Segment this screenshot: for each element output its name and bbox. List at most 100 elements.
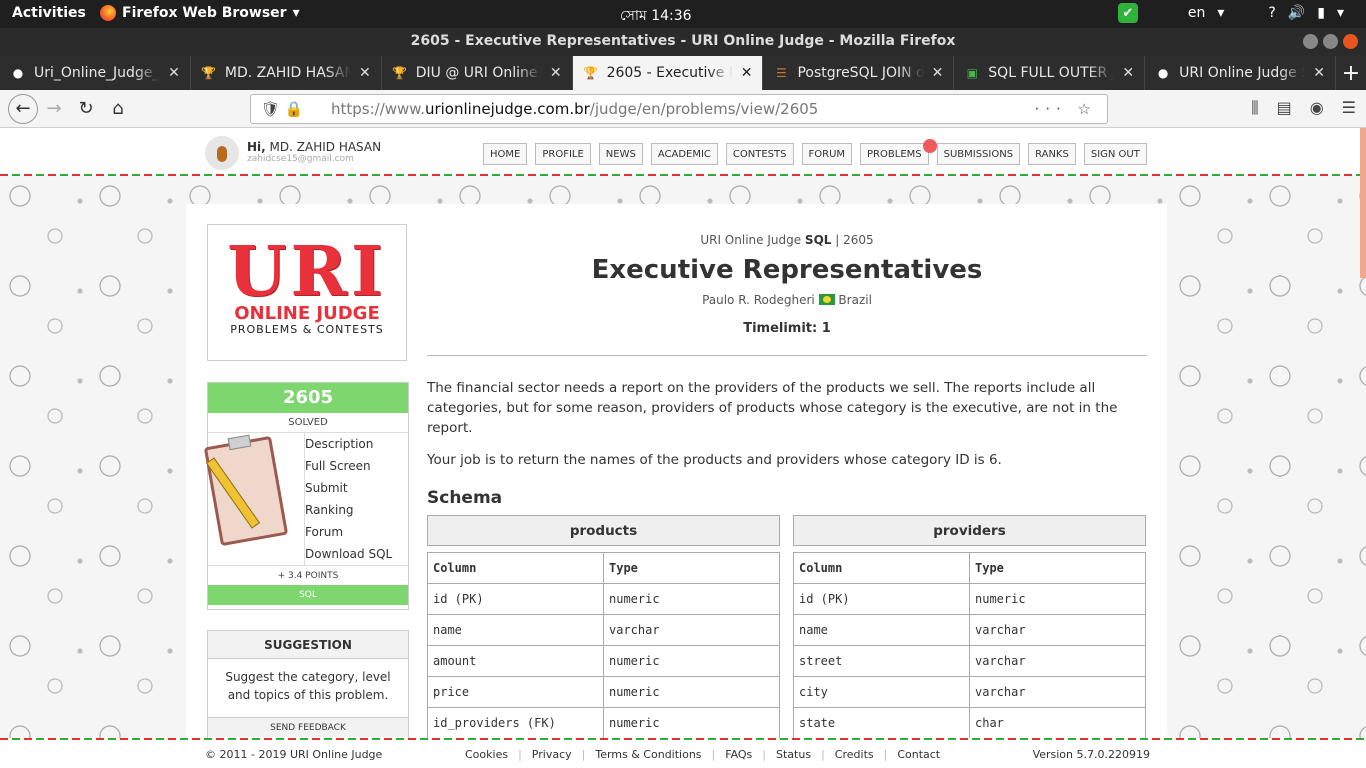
scrollbar[interactable] — [1360, 128, 1366, 278]
tab-6[interactable]: ▣ SQL FULL OUTER JO ✕ — [954, 56, 1146, 90]
footer-link-credits[interactable]: Credits — [835, 748, 874, 761]
link-submit[interactable]: Submit — [305, 477, 392, 499]
firefox-icon — [100, 5, 116, 21]
close-tab-icon[interactable]: ✕ — [932, 65, 944, 81]
help-icon[interactable]: ? — [1268, 5, 1275, 21]
tab-label: MD. ZAHID HASAN — [224, 65, 351, 81]
app-menu[interactable]: Firefox Web Browser ▾ — [100, 5, 300, 21]
close-tab-icon[interactable]: ✕ — [1313, 65, 1325, 81]
close-tab-icon[interactable]: ✕ — [741, 65, 753, 81]
url-bar[interactable]: 🛡 🔒 https://www.urionlinejudge.com.br/ju… — [250, 94, 1108, 124]
menu-ranks[interactable]: RANKS — [1028, 143, 1076, 165]
app-name: Firefox Web Browser — [122, 5, 287, 21]
table-row: name varchar — [793, 614, 1146, 646]
task-paragraph: Your job is to return the names of the p… — [427, 452, 1002, 468]
footer-links: Cookies | Privacy | Terms & Conditions | FAQs |… — [465, 748, 940, 761]
menu-icon[interactable]: ☰ — [1342, 98, 1356, 118]
menu-forum[interactable]: FORUM — [801, 143, 853, 165]
category-badge[interactable]: SQL — [208, 585, 408, 605]
lock-icon[interactable]: 🛡 🔒 — [261, 95, 304, 123]
clipboard-icon — [203, 435, 289, 547]
table-cell: varchar — [969, 645, 1146, 677]
battery-icon[interactable]: ▮ — [1317, 5, 1325, 21]
back-button[interactable]: ← — [8, 94, 38, 124]
table-cell: varchar — [603, 614, 780, 646]
tab-1[interactable]: ● Uri_Online_Judge_F ✕ — [0, 56, 191, 90]
clock[interactable]: সোম 14:36 — [620, 4, 692, 28]
dropdown-arrow-icon[interactable]: ▾ — [1337, 5, 1344, 21]
uri-logo[interactable]: URI ONLINE JUDGE PROBLEMS & CONTESTS — [207, 224, 407, 361]
account-icon[interactable]: ◉ — [1310, 98, 1324, 118]
link-ranking[interactable]: Ranking — [305, 499, 392, 521]
menu-submissions[interactable]: SUBMISSIONS — [936, 143, 1021, 165]
library-icon[interactable]: ⫼ — [1251, 98, 1258, 118]
tab-4[interactable]: 🏆 2605 - Executive Rep ✕ — [572, 56, 764, 90]
table-row: id (PK) numeric — [793, 583, 1146, 615]
tab-7[interactable]: ● URI Online Judge Sc ✕ — [1145, 56, 1337, 90]
problem-info-box: 2605 SOLVED Description Full Screen Submit… — [203, 382, 409, 610]
menu-contests[interactable]: CONTESTS — [725, 143, 794, 165]
minimize-button[interactable] — [1303, 34, 1318, 49]
window-title-bar: 2605 - Executive Representatives - URI O… — [0, 28, 1366, 56]
menu-news[interactable]: NEWS — [598, 143, 643, 165]
url-text[interactable]: https://www.urionlinejudge.com.br/judge/… — [331, 95, 818, 123]
forward-button[interactable]: → — [40, 96, 68, 122]
table-row: id_providers (FK) numeric — [427, 707, 780, 739]
table-cell: char — [969, 707, 1146, 739]
link-full-screen[interactable]: Full Screen — [305, 455, 392, 477]
github-icon: ● — [12, 66, 24, 80]
tab-2[interactable]: 🏆 MD. ZAHID HASAN ✕ — [191, 56, 382, 90]
table-row: price numeric — [427, 676, 780, 708]
tab-label: 2605 - Executive Rep — [606, 65, 733, 81]
link-description[interactable]: Description — [305, 433, 392, 455]
table-cell: varchar — [969, 614, 1146, 646]
new-tab-button[interactable]: + — [1336, 56, 1366, 90]
avatar[interactable] — [205, 136, 239, 170]
navigation-toolbar: ← → ↻ ⌂ 🛡 🔒 https://www.urionlinejudge.c… — [0, 90, 1366, 128]
link-forum[interactable]: Forum — [305, 521, 392, 543]
tab-label: PostgreSQL JOIN d — [797, 65, 924, 81]
reload-button[interactable]: ↻ — [72, 96, 100, 122]
menu-profile[interactable]: PROFILE — [535, 143, 591, 165]
menu-academic[interactable]: ACADEMIC — [650, 143, 718, 165]
activities-button[interactable]: Activities — [12, 5, 86, 21]
table-cell: name — [427, 614, 604, 646]
tab-5[interactable]: ☰ PostgreSQL JOIN d ✕ — [763, 56, 955, 90]
footer-link-contact[interactable]: Contact — [897, 748, 940, 761]
footer-link-terms-conditions[interactable]: Terms & Conditions — [595, 748, 701, 761]
language-indicator[interactable]: en — [1188, 5, 1206, 21]
table-cell: price — [427, 676, 604, 708]
table-header-row: Column Type — [793, 552, 1146, 584]
schema-table: Column Type id (PK) numeric name varchar stree… — [793, 552, 1146, 739]
volume-icon[interactable]: 🔊 — [1288, 5, 1305, 21]
version: Version 5.7.0.220919 — [1032, 748, 1150, 761]
menu-home[interactable]: HOME — [483, 143, 528, 165]
problem-number: 2605 — [208, 383, 408, 413]
update-check-icon[interactable]: ✔ — [1117, 3, 1138, 23]
separator: | — [883, 748, 888, 761]
link-download-sql[interactable]: Download SQL — [305, 543, 392, 565]
table-row: name varchar — [427, 614, 780, 646]
sidebar-icon[interactable]: ▤ — [1277, 98, 1292, 118]
stack-icon: ☰ — [776, 66, 787, 80]
menu-sign-out[interactable]: SIGN OUT — [1083, 143, 1147, 165]
footer-link-privacy[interactable]: Privacy — [532, 748, 572, 761]
close-tab-icon[interactable]: ✕ — [168, 65, 180, 81]
page-actions-icon[interactable]: ··· ☆ — [1034, 95, 1097, 123]
tab-3[interactable]: 🏆 DIU @ URI Online Ju ✕ — [382, 56, 573, 90]
user-name[interactable]: MD. ZAHID HASAN — [270, 140, 382, 154]
home-button[interactable]: ⌂ — [104, 96, 132, 122]
footer-link-status[interactable]: Status — [776, 748, 811, 761]
maximize-button[interactable] — [1323, 34, 1338, 49]
problem-content: URI Online Judge SQL | 2605 Executive Re… — [427, 204, 1147, 508]
table-cell: street — [793, 645, 970, 677]
table-cell: name — [793, 614, 970, 646]
close-tab-icon[interactable]: ✕ — [1122, 65, 1134, 81]
footer-link-faqs[interactable]: FAQs — [725, 748, 752, 761]
send-feedback-button[interactable]: SEND FEEDBACK — [208, 717, 408, 737]
footer-link-cookies[interactable]: Cookies — [465, 748, 508, 761]
close-tab-icon[interactable]: ✕ — [550, 65, 562, 81]
close-tab-icon[interactable]: ✕ — [359, 65, 371, 81]
menu-problems[interactable]: PROBLEMS — [860, 143, 929, 165]
close-window-button[interactable] — [1343, 34, 1358, 49]
